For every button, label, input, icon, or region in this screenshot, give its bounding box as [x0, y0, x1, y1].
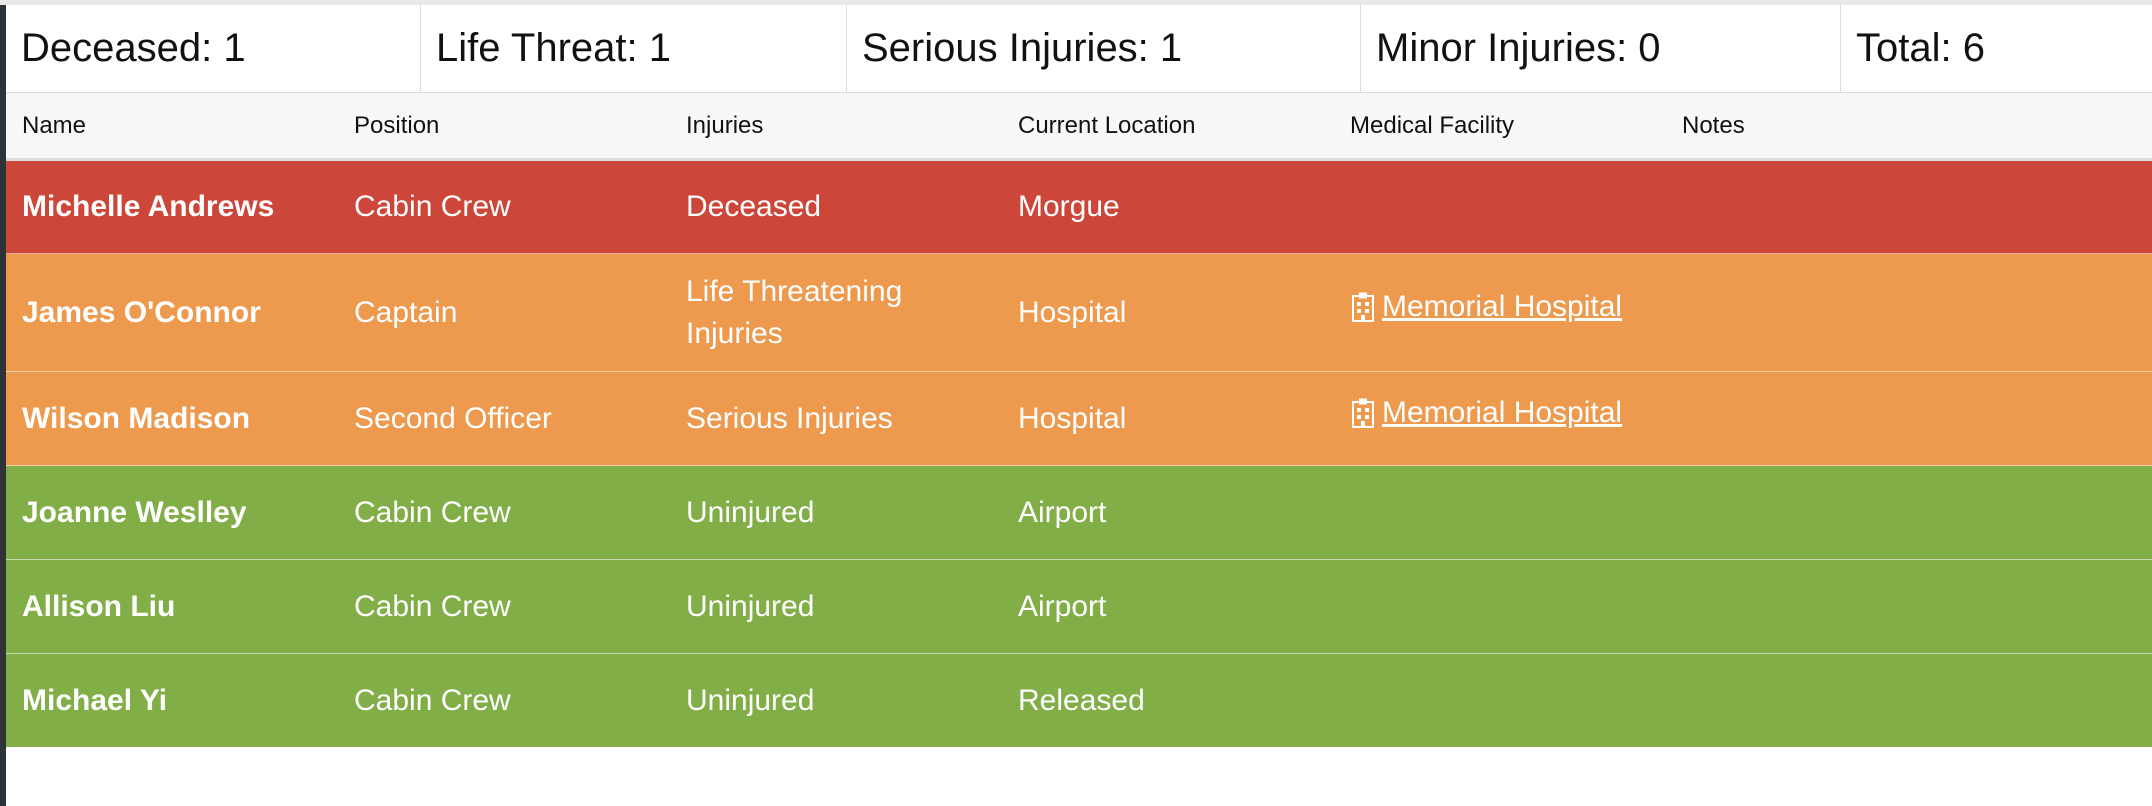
table-header: Name Position Injuries Current Location … — [6, 93, 2152, 161]
facility-link-label: Memorial Hospital — [1382, 289, 1623, 323]
table-row[interactable]: Allison Liu Cabin Crew Uninjured Airport — [6, 560, 2152, 654]
summary-bar: Deceased: 1 Life Threat: 1 Serious Injur… — [6, 5, 2152, 93]
table-row[interactable]: Michelle Andrews Cabin Crew Deceased Mor… — [6, 161, 2152, 254]
cell-location: Hospital — [1018, 295, 1127, 329]
summary-deceased: Deceased: 1 — [6, 5, 421, 92]
cell-name: James O'Connor — [22, 295, 261, 329]
column-header-injuries[interactable]: Injuries — [670, 112, 1002, 140]
cell-facility: Memorial Hospital — [1334, 290, 1666, 334]
table-row[interactable]: Joanne Weslley Cabin Crew Uninjured Airp… — [6, 466, 2152, 560]
summary-life-threat: Life Threat: 1 — [421, 5, 847, 92]
table-row[interactable]: Wilson Madison Second Officer Serious In… — [6, 372, 2152, 466]
cell-name: Michael Yi — [22, 683, 168, 717]
cell-injuries: Serious Injuries — [686, 401, 893, 435]
cell-position: Second Officer — [354, 401, 552, 435]
column-header-name[interactable]: Name — [6, 112, 338, 140]
cell-name: Joanne Weslley — [22, 495, 247, 529]
hospital-building-icon — [1352, 292, 1374, 322]
cell-injuries: Life Threatening Injuries — [686, 274, 903, 350]
cell-position: Cabin Crew — [354, 495, 511, 529]
hospital-building-icon — [1352, 398, 1374, 428]
table-row[interactable]: Michael Yi Cabin Crew Uninjured Released — [6, 654, 2152, 747]
cell-location: Airport — [1018, 589, 1107, 623]
column-header-position[interactable]: Position — [338, 112, 670, 140]
cell-name: Michelle Andrews — [22, 190, 275, 223]
cell-position: Cabin Crew — [354, 589, 511, 623]
cell-position: Cabin Crew — [354, 683, 511, 717]
cell-name: Wilson Madison — [22, 401, 251, 435]
cell-injuries: Deceased — [686, 190, 822, 223]
table-row[interactable]: James O'Connor Captain Life Threatening … — [6, 254, 2152, 372]
summary-minor-injuries: Minor Injuries: 0 — [1361, 5, 1841, 92]
column-header-current-location[interactable]: Current Location — [1002, 112, 1334, 140]
cell-injuries: Uninjured — [686, 495, 815, 529]
column-header-medical-facility[interactable]: Medical Facility — [1334, 112, 1666, 140]
cell-position: Captain — [354, 295, 458, 329]
cell-facility: Memorial Hospital — [1334, 396, 1666, 440]
facility-link[interactable]: Memorial Hospital — [1350, 286, 1622, 328]
facility-link-label: Memorial Hospital — [1382, 395, 1623, 429]
cell-location: Morgue — [1018, 190, 1120, 223]
cell-injuries: Uninjured — [686, 683, 815, 717]
cell-name: Allison Liu — [22, 589, 176, 623]
table-body: Michelle Andrews Cabin Crew Deceased Mor… — [6, 161, 2152, 747]
cell-location: Airport — [1018, 495, 1107, 529]
summary-total: Total: 6 — [1856, 26, 1985, 70]
cell-injuries: Uninjured — [686, 589, 815, 623]
cell-location: Released — [1018, 683, 1145, 717]
column-header-notes[interactable]: Notes — [1666, 112, 2152, 140]
cell-position: Cabin Crew — [354, 190, 511, 223]
facility-link[interactable]: Memorial Hospital — [1350, 392, 1622, 434]
casualty-panel: Deceased: 1 Life Threat: 1 Serious Injur… — [6, 5, 2152, 747]
cell-location: Hospital — [1018, 401, 1127, 435]
summary-serious-injuries: Serious Injuries: 1 — [847, 5, 1361, 92]
